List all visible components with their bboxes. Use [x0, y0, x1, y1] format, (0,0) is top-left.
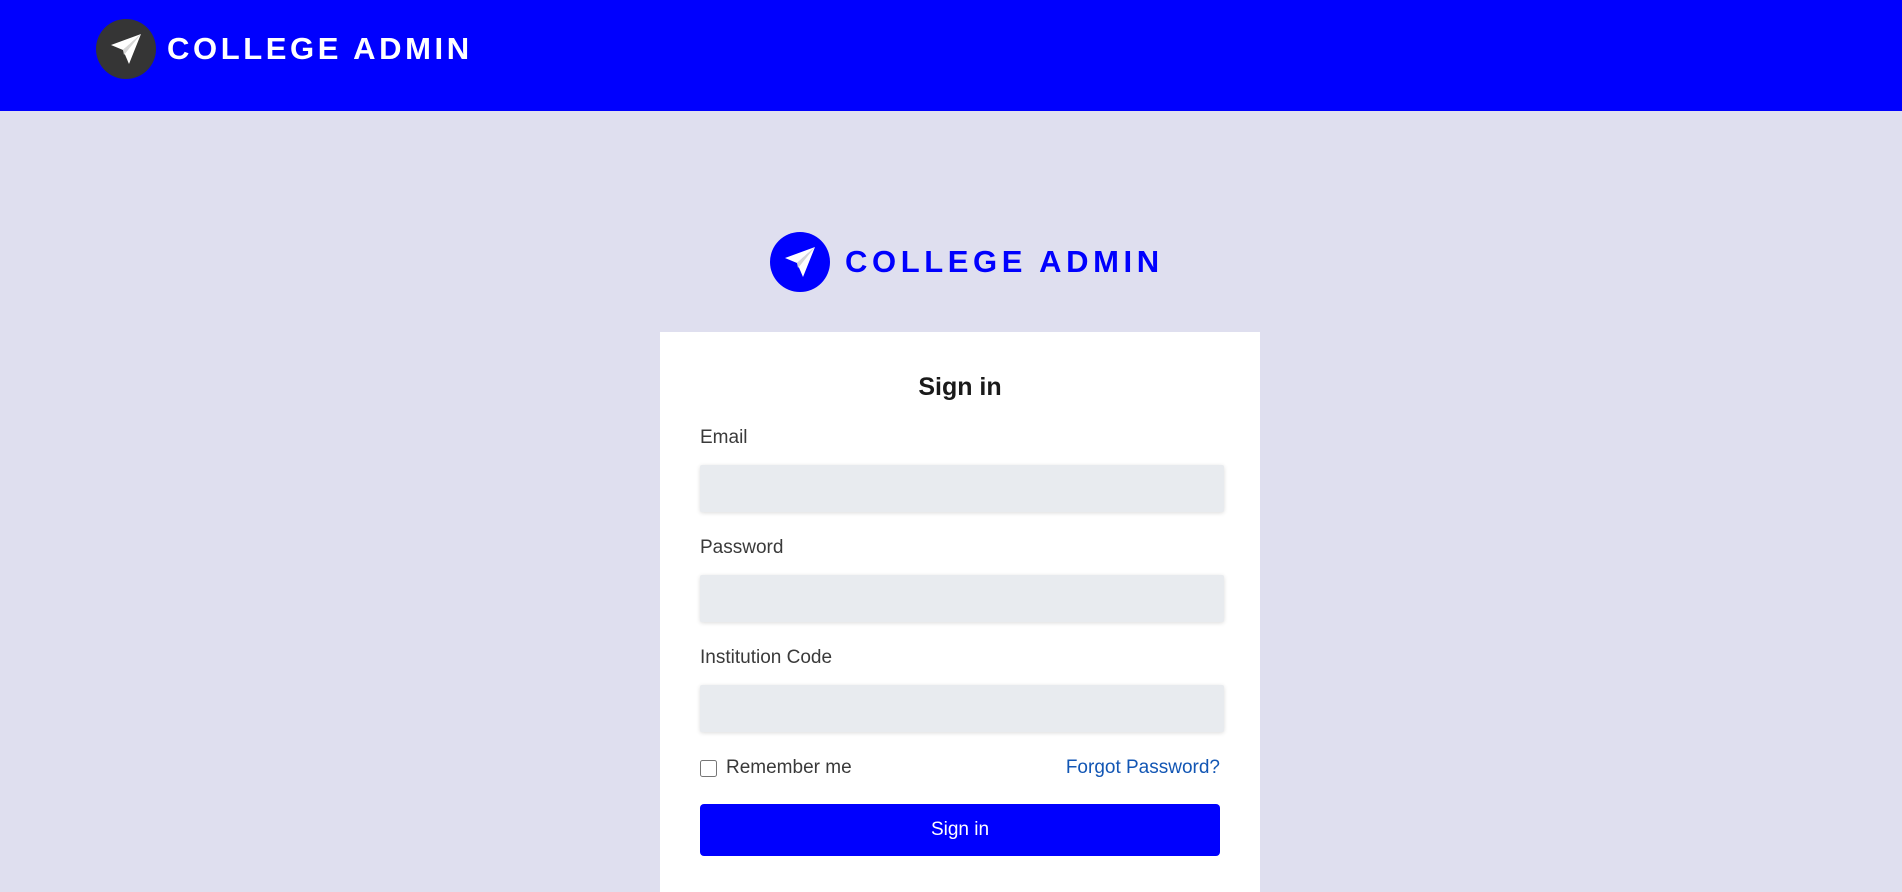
remember-me-group: Remember me [700, 756, 852, 780]
login-brand-title: COLLEGE ADMIN [845, 244, 1164, 279]
sign-in-heading: Sign in [918, 373, 1002, 401]
paper-plane-icon [770, 232, 830, 292]
remember-me-checkbox[interactable] [700, 759, 717, 777]
email-label: Email [700, 427, 748, 448]
sign-in-button[interactable]: Sign in [700, 804, 1220, 856]
remember-me-label[interactable]: Remember me [726, 757, 852, 779]
navbar-brand-title: COLLEGE ADMIN [167, 31, 473, 66]
institution-code-label: Institution Code [700, 647, 833, 668]
sign-in-card: Sign in Email Password Institution Code … [660, 332, 1260, 892]
email-field[interactable] [700, 465, 1224, 512]
login-brand: COLLEGE ADMIN [770, 232, 1164, 292]
password-field[interactable] [700, 575, 1224, 622]
forgot-password-link[interactable]: Forgot Password? [1066, 756, 1220, 780]
top-navbar: COLLEGE ADMIN [0, 0, 1902, 111]
paper-plane-icon [96, 19, 156, 79]
password-label: Password [700, 537, 784, 558]
navbar-brand[interactable]: COLLEGE ADMIN [96, 19, 473, 79]
institution-code-field[interactable] [700, 685, 1224, 732]
